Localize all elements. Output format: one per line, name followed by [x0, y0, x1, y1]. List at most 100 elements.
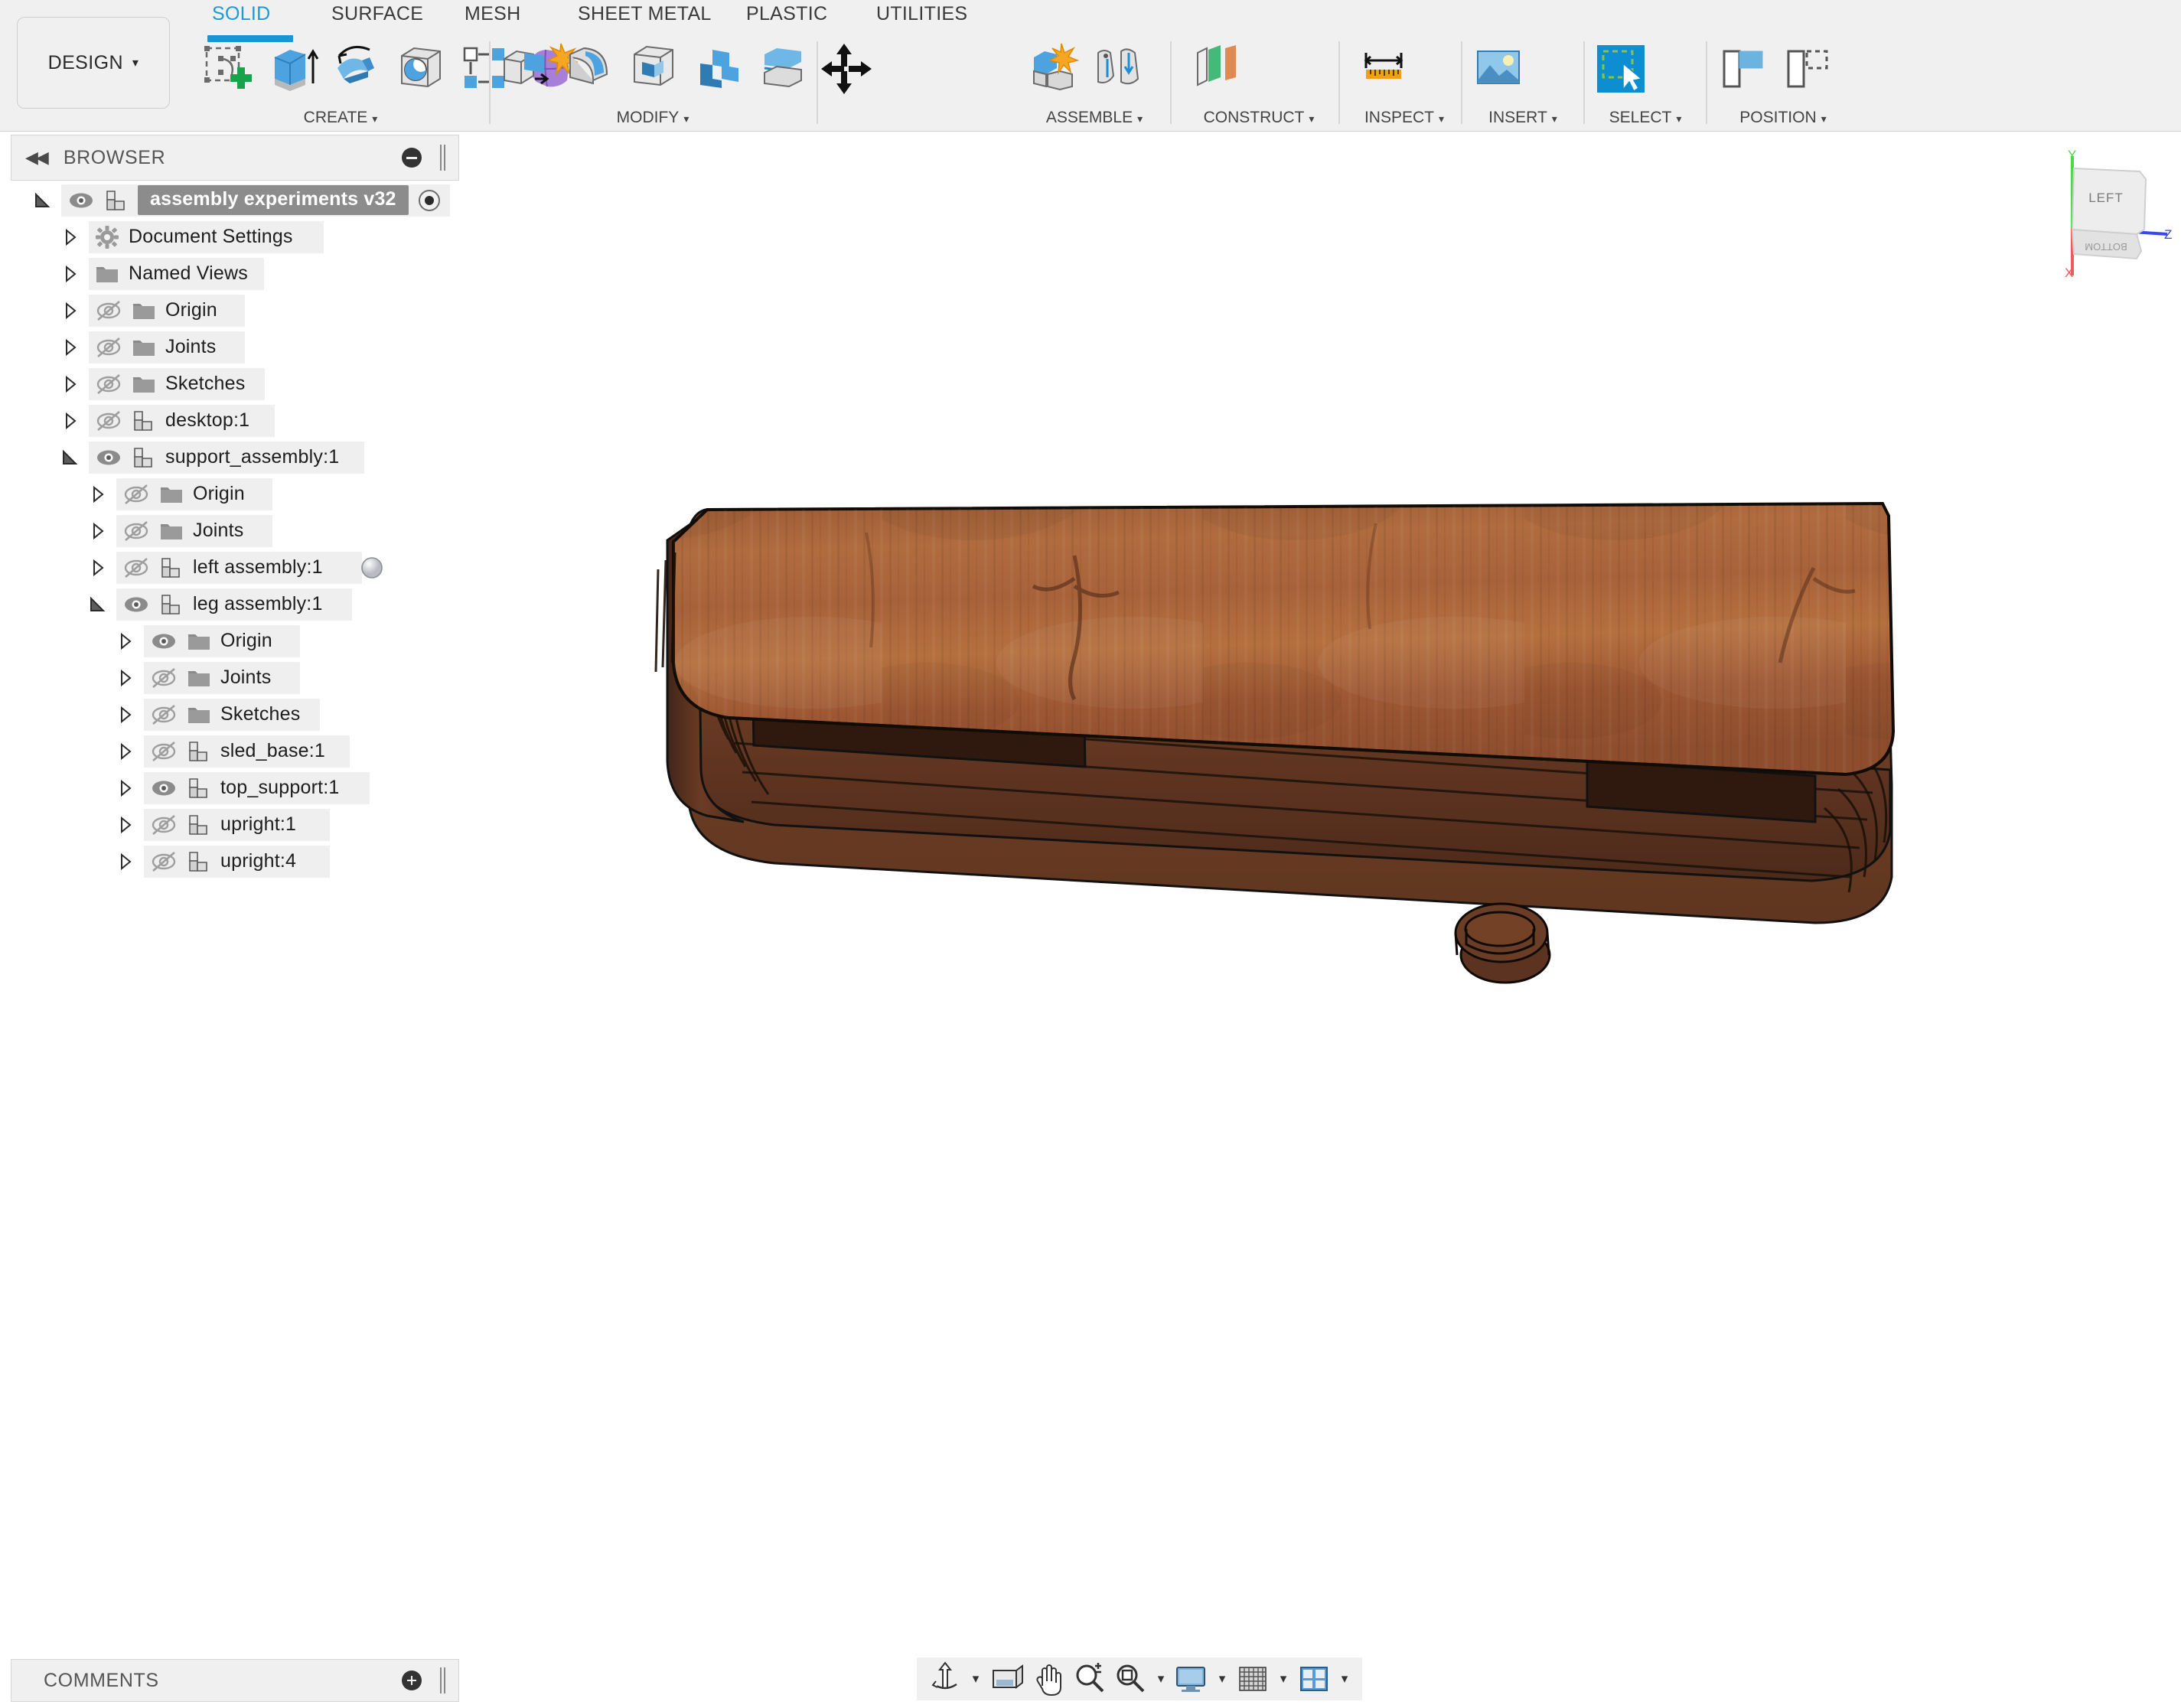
ribbon-tab-utilities[interactable]: UTILITIES: [876, 3, 967, 25]
browser-tree-row[interactable]: assembly experiments v32: [11, 182, 459, 219]
browser-tree-row[interactable]: upright:4: [11, 843, 459, 880]
tree-expand-arrow-closed-icon[interactable]: [61, 375, 80, 393]
align-icon[interactable]: [1715, 41, 1772, 97]
design-workspace-button[interactable]: DESIGN ▾: [17, 17, 170, 109]
ribbon-group-label-insert[interactable]: INSERT▾: [1465, 109, 1580, 127]
visibility-off-icon[interactable]: [122, 558, 150, 578]
visibility-off-icon[interactable]: [122, 521, 150, 541]
browser-tree-row[interactable]: Joints: [11, 660, 459, 696]
tree-expand-arrow-closed-icon[interactable]: [89, 559, 107, 577]
offset-plane-icon[interactable]: [1187, 41, 1244, 97]
resize-grip-icon[interactable]: [438, 1667, 448, 1693]
zoom-icon[interactable]: [1070, 1660, 1108, 1698]
visibility-on-icon[interactable]: [122, 595, 150, 614]
3d-viewport[interactable]: [461, 135, 2181, 1708]
visibility-off-icon[interactable]: [150, 815, 178, 835]
visibility-on-icon[interactable]: [150, 778, 178, 798]
tree-expand-arrow-closed-icon[interactable]: [89, 522, 107, 540]
browser-tree-row[interactable]: Origin: [11, 623, 459, 660]
ribbon-tab-plastic[interactable]: PLASTIC: [746, 3, 827, 25]
ribbon-group-label-create[interactable]: CREATE▾: [195, 109, 486, 127]
visibility-off-icon[interactable]: [122, 484, 150, 504]
joint-icon[interactable]: [1090, 41, 1147, 97]
look-at-icon[interactable]: [987, 1660, 1025, 1698]
browser-tree-row[interactable]: sled_base:1: [11, 733, 459, 770]
chevron-down-icon[interactable]: ▾: [1275, 1660, 1292, 1698]
tree-expand-arrow-closed-icon[interactable]: [61, 338, 80, 357]
hole-icon[interactable]: [393, 41, 449, 97]
browser-tree-row[interactable]: desktop:1: [11, 403, 459, 439]
move-copy-icon[interactable]: [818, 41, 875, 97]
combine-icon[interactable]: [690, 41, 746, 97]
tree-expand-arrow-closed-icon[interactable]: [116, 742, 135, 761]
chevron-down-icon[interactable]: ▾: [967, 1660, 984, 1698]
create-sketch-icon[interactable]: [200, 41, 256, 97]
tree-expand-arrow-closed-icon[interactable]: [89, 485, 107, 504]
fit-icon[interactable]: [1111, 1660, 1149, 1698]
tree-expand-arrow-closed-icon[interactable]: [116, 816, 135, 834]
browser-tree-row[interactable]: Named Views: [11, 256, 459, 292]
visibility-off-icon[interactable]: [150, 852, 178, 872]
position-snap-icon[interactable]: [1779, 41, 1836, 97]
pan-hand-icon[interactable]: [1029, 1660, 1067, 1698]
browser-tree-row[interactable]: left assembly:1: [11, 549, 459, 586]
browser-tree-row[interactable]: Sketches: [11, 366, 459, 403]
ribbon-group-label-select[interactable]: SELECT▾: [1588, 109, 1703, 127]
add-comment-icon[interactable]: [402, 1671, 422, 1690]
chevron-down-icon[interactable]: ▾: [1336, 1660, 1353, 1698]
browser-tree-row[interactable]: upright:1: [11, 807, 459, 843]
tree-expand-arrow-open-icon[interactable]: [34, 191, 52, 210]
visibility-off-icon[interactable]: [95, 374, 122, 394]
orbit-icon[interactable]: [926, 1660, 964, 1698]
browser-tree-row[interactable]: Joints: [11, 329, 459, 366]
ribbon-tab-solid[interactable]: SOLID: [212, 3, 271, 25]
tree-expand-arrow-closed-icon[interactable]: [116, 852, 135, 871]
ribbon-tab-surface[interactable]: SURFACE: [331, 3, 423, 25]
appearance-override-icon[interactable]: [360, 556, 383, 579]
visibility-off-icon[interactable]: [95, 337, 122, 357]
visibility-off-icon[interactable]: [150, 668, 178, 688]
ribbon-group-label-modify[interactable]: MODIFY▾: [492, 109, 813, 127]
ribbon-group-label-position[interactable]: POSITION▾: [1710, 109, 1856, 127]
browser-tree-row[interactable]: Origin: [11, 476, 459, 513]
tree-expand-arrow-closed-icon[interactable]: [61, 302, 80, 320]
minimize-icon[interactable]: [402, 148, 422, 168]
visibility-on-icon[interactable]: [67, 191, 95, 210]
tree-expand-arrow-open-icon[interactable]: [61, 448, 80, 467]
browser-tree-row[interactable]: support_assembly:1: [11, 439, 459, 476]
tree-expand-arrow-closed-icon[interactable]: [116, 632, 135, 650]
insert-image-icon[interactable]: [1470, 41, 1527, 97]
visibility-off-icon[interactable]: [95, 411, 122, 431]
ribbon-group-label-inspect[interactable]: INSPECT▾: [1351, 109, 1458, 127]
browser-tree-row[interactable]: leg assembly:1: [11, 586, 459, 623]
view-cube[interactable]: Y X Z LEFT BOTTOM: [2051, 145, 2173, 291]
visibility-on-icon[interactable]: [95, 448, 122, 468]
ribbon-group-label-assemble[interactable]: ASSEMBLE▾: [1022, 109, 1167, 127]
browser-tree-row[interactable]: Document Settings: [11, 219, 459, 256]
viewports-icon[interactable]: [1295, 1660, 1333, 1698]
tree-expand-arrow-closed-icon[interactable]: [116, 669, 135, 687]
press-pull-icon[interactable]: [497, 41, 553, 97]
visibility-off-icon[interactable]: [150, 742, 178, 761]
visibility-off-icon[interactable]: [150, 705, 178, 725]
ribbon-tab-sheet-metal[interactable]: SHEET METAL: [578, 3, 712, 25]
fillet-icon[interactable]: [561, 41, 618, 97]
new-component-icon[interactable]: [1026, 41, 1083, 97]
grid-snap-icon[interactable]: [1234, 1660, 1272, 1698]
activate-component-radio[interactable]: [418, 189, 441, 212]
tree-expand-arrow-closed-icon[interactable]: [61, 412, 80, 430]
browser-tree-row[interactable]: top_support:1: [11, 770, 459, 807]
ribbon-tab-mesh[interactable]: MESH: [465, 3, 520, 25]
visibility-off-icon[interactable]: [95, 301, 122, 321]
extrude-icon[interactable]: [264, 41, 321, 97]
chevron-down-icon[interactable]: ▾: [1214, 1660, 1231, 1698]
browser-tree-row[interactable]: Origin: [11, 292, 459, 329]
measure-icon[interactable]: [1355, 41, 1412, 97]
revolve-icon[interactable]: [328, 41, 385, 97]
shell-icon[interactable]: [625, 41, 682, 97]
browser-tree-row[interactable]: Sketches: [11, 696, 459, 733]
tree-expand-arrow-closed-icon[interactable]: [116, 779, 135, 797]
tree-expand-arrow-closed-icon[interactable]: [61, 265, 80, 283]
double-left-arrow-icon[interactable]: ◀◀: [25, 148, 47, 168]
browser-tree-row[interactable]: Joints: [11, 513, 459, 549]
